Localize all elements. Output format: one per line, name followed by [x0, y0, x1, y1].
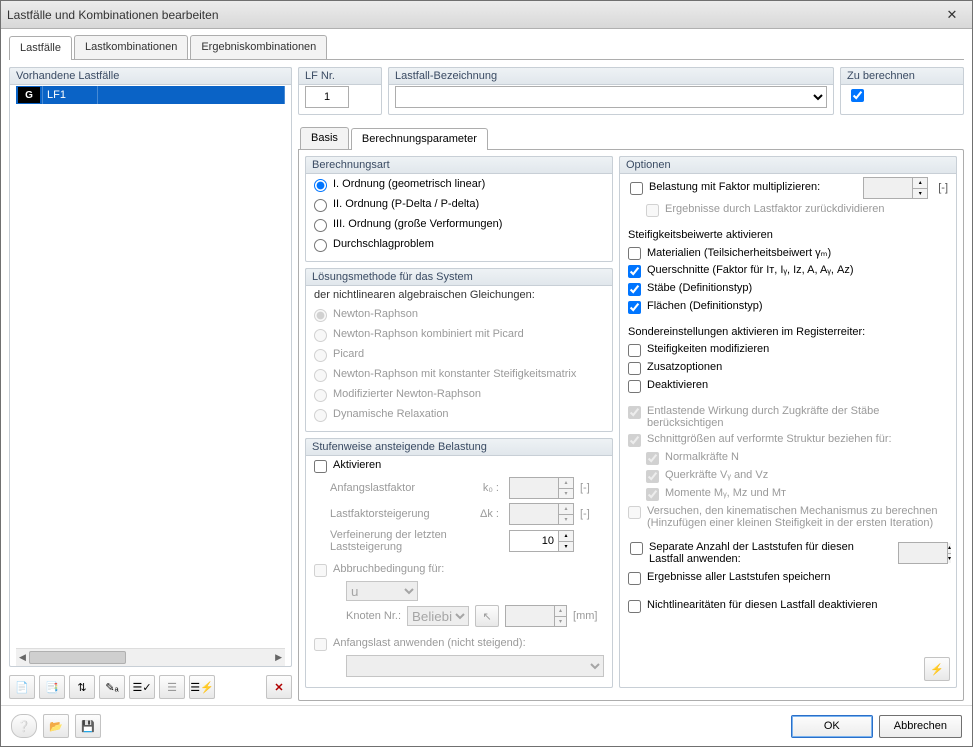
chk-momente: Momente Mᵧ, Mᴢ und Mᴛ	[644, 485, 950, 503]
lf-name: LF1	[43, 86, 98, 104]
tab-lastfaelle[interactable]: Lastfälle	[9, 36, 72, 60]
tb-selectnone[interactable]: ☰	[159, 675, 185, 699]
tab-lastkombinationen[interactable]: Lastkombinationen	[74, 35, 188, 59]
chk-flaechen[interactable]: Flächen (Definitionstyp)	[626, 298, 950, 316]
chk-materials[interactable]: Materialien (Teilsicherheitsbeiwert γₘ)	[626, 244, 950, 262]
calctype-header: Berechnungsart	[305, 156, 613, 174]
solver-header: Lösungsmethode für das System	[305, 268, 613, 286]
bez-label: Lastfall-Bezeichnung	[388, 67, 834, 85]
stiffness-header: Steifigkeitsbeiwerte aktivieren	[628, 229, 950, 241]
sonder-header: Sondereinstellungen aktivieren im Regist…	[628, 326, 950, 338]
chk-querschnitte[interactable]: Querschnitte (Faktor für Iᴛ, Iᵧ, Iᴢ, A, …	[626, 262, 950, 280]
stop-var: u	[346, 581, 418, 601]
save-button[interactable]: 💾	[75, 714, 101, 738]
tb-new[interactable]: 📄	[9, 675, 35, 699]
radio-newton-mod: Modifizierter Newton-Raphson	[312, 385, 606, 405]
dk-input: ▴▾	[509, 503, 574, 525]
radio-dynrelax: Dynamische Relaxation	[312, 405, 606, 425]
chk-separate-steps[interactable]: Separate Anzahl der Laststufen für diese…	[628, 539, 892, 567]
chk-normal: Normalkräfte N	[644, 449, 950, 467]
radio-newton: Newton-Raphson	[312, 305, 606, 325]
chk-zusatz[interactable]: Zusatzoptionen	[626, 359, 950, 377]
close-button[interactable]: ✕	[938, 5, 966, 25]
h-scrollbar[interactable]: ◀ ▶	[16, 648, 285, 666]
chk-store-all[interactable]: Ergebnisse aller Laststufen speichern	[626, 569, 950, 587]
k0-input: ▴▾	[509, 477, 574, 499]
lfnr-label: LF Nr.	[298, 67, 382, 85]
radio-order-2[interactable]: II. Ordnung (P-Delta / P-delta)	[312, 195, 606, 215]
separate-steps-input: ▴▾	[898, 542, 948, 564]
k0-label: Anfangslastfaktor	[330, 482, 465, 494]
chk-modify-stiff[interactable]: Steifigkeiten modifizieren	[626, 341, 950, 359]
multiply-factor-input: ▴▾	[863, 177, 928, 199]
chk-quer: Querkräfte Vᵧ and Vᴢ	[644, 467, 950, 485]
radio-order-3[interactable]: III. Ordnung (große Verformungen)	[312, 215, 606, 235]
chk-disable-nonlin[interactable]: Nichtlinearitäten für diesen Lastfall de…	[626, 597, 950, 615]
chk-zugkraefte: Entlastende Wirkung durch Zugkräfte der …	[626, 403, 950, 431]
lightning-button[interactable]: ⚡	[924, 657, 950, 681]
refine-label: Verfeinerung der letzten Laststeigerung	[330, 529, 465, 553]
lf-row-selected[interactable]: G LF1	[16, 86, 285, 104]
chk-multiply-factor[interactable]: Belastung mit Faktor multiplizieren:	[628, 179, 857, 197]
scroll-right-icon[interactable]: ▶	[275, 652, 282, 663]
tb-sort[interactable]: ⇅	[69, 675, 95, 699]
tb-selectall[interactable]: ☰✓	[129, 675, 155, 699]
radio-picard: Picard	[312, 345, 606, 365]
chk-stop-cond: Abbruchbedingung für:	[312, 561, 606, 579]
chk-activate-increment[interactable]: Aktivieren	[312, 457, 606, 475]
pick-node-button: ↖	[475, 605, 499, 627]
subtab-basis[interactable]: Basis	[300, 127, 349, 149]
bez-combo[interactable]	[395, 86, 827, 108]
chk-verformte: Schnittgrößen auf verformte Struktur bez…	[626, 431, 950, 449]
chk-divide-back: Ergebnisse durch Lastfaktor zurückdividi…	[644, 201, 950, 219]
increment-header: Stufenweise ansteigende Belastung	[305, 438, 613, 456]
refine-input[interactable]: ▴▾	[509, 530, 574, 552]
cancel-button[interactable]: Abbrechen	[879, 715, 962, 738]
node-label: Knoten Nr.:	[346, 610, 401, 622]
calc-checkbox[interactable]	[851, 89, 864, 102]
lf-list[interactable]: G LF1	[16, 86, 285, 648]
top-tabs: Lastfälle Lastkombinationen Ergebniskomb…	[1, 29, 972, 59]
left-header: Vorhandene Lastfälle	[9, 67, 292, 85]
scroll-left-icon[interactable]: ◀	[19, 652, 26, 663]
radio-durchschlag[interactable]: Durchschlagproblem	[312, 235, 606, 255]
window-title: Lastfälle und Kombinationen bearbeiten	[7, 8, 938, 22]
calc-label: Zu berechnen	[840, 67, 964, 85]
subtab-berechnung[interactable]: Berechnungsparameter	[351, 128, 488, 150]
lf-tag: G	[18, 87, 40, 103]
node-value: ▴▾	[505, 605, 567, 627]
solver-sub: der nichtlinearen algebraischen Gleichun…	[312, 287, 606, 305]
chk-deaktivieren[interactable]: Deaktivieren	[626, 377, 950, 395]
initial-load-select	[346, 655, 604, 677]
ok-button[interactable]: OK	[791, 715, 873, 738]
left-toolbar: 📄 📑 ⇅ ✎ₐ ☰✓ ☰ ☰⚡ ✕	[9, 673, 292, 701]
tb-extra[interactable]: ☰⚡	[189, 675, 215, 699]
dk-label: Lastfaktorsteigerung	[330, 508, 465, 520]
radio-newton-picard: Newton-Raphson kombiniert mit Picard	[312, 325, 606, 345]
chk-initial-load: Anfangslast anwenden (nicht steigend):	[312, 635, 606, 653]
title-bar: Lastfälle und Kombinationen bearbeiten ✕	[1, 1, 972, 29]
tb-delete[interactable]: ✕	[266, 675, 292, 699]
open-button[interactable]: 📂	[43, 714, 69, 738]
tab-ergebniskombinationen[interactable]: Ergebniskombinationen	[190, 35, 327, 59]
tb-rename[interactable]: ✎ₐ	[99, 675, 125, 699]
node-select: Beliebig	[407, 606, 469, 626]
chk-staebe[interactable]: Stäbe (Definitionstyp)	[626, 280, 950, 298]
chk-kinematic: Versuchen, den kinematischen Mechanismus…	[626, 503, 950, 531]
tb-copy[interactable]: 📑	[39, 675, 65, 699]
help-button[interactable]: ❔	[11, 714, 37, 738]
lfnr-input[interactable]	[305, 86, 349, 108]
radio-newton-const: Newton-Raphson mit konstanter Steifigkei…	[312, 365, 606, 385]
radio-order-1[interactable]: I. Ordnung (geometrisch linear)	[312, 175, 606, 195]
options-header: Optionen	[619, 156, 957, 174]
